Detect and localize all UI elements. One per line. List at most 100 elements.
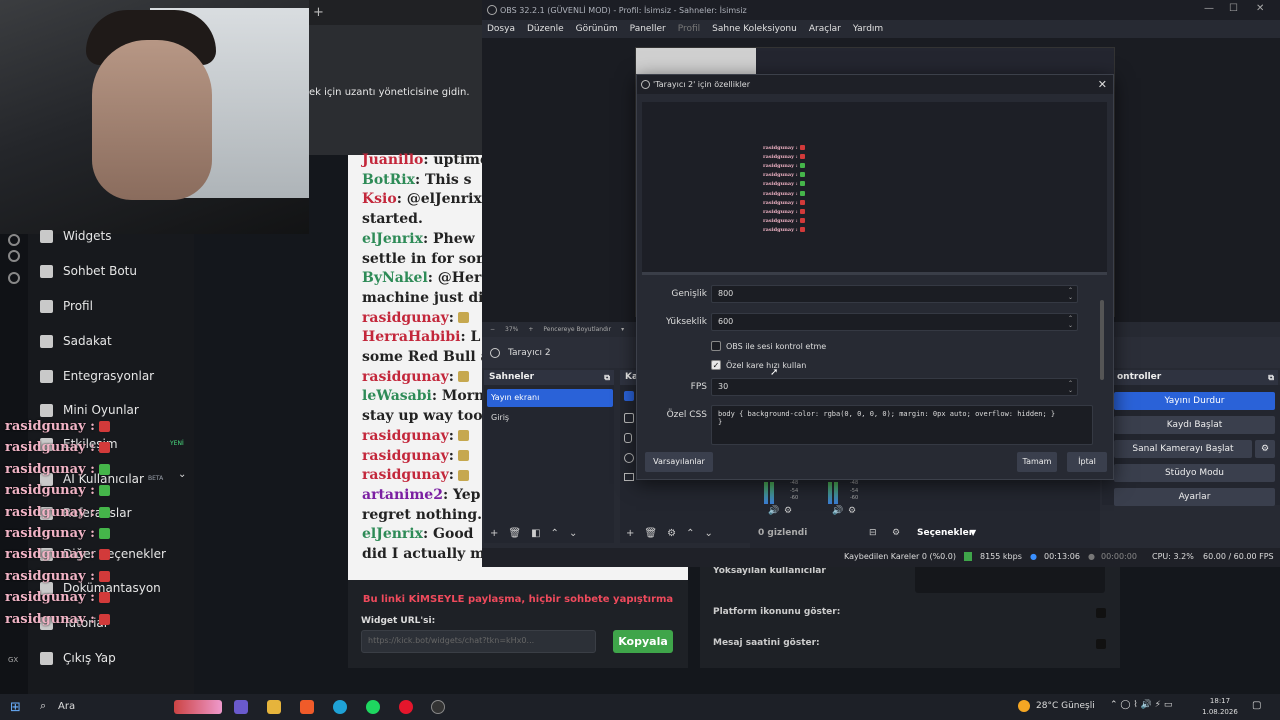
fps-spinner-icon[interactable]: ⌃ ⌄ (1068, 380, 1073, 394)
sidebar-item-sadakat[interactable]: Sadakat (40, 331, 112, 351)
menu-profile[interactable]: Profil (678, 24, 700, 34)
widget-url-panel: Bu linki KİMSEYLE paylaşma, hiçbir sohbe… (348, 580, 688, 668)
controls-undock-icon[interactable]: ⧉ (1268, 370, 1274, 385)
edge-icon[interactable] (333, 700, 347, 714)
mixer-settings-icon[interactable]: ⚙ (784, 506, 792, 516)
chat-username: rasidgunay (362, 427, 449, 444)
sidebar-item-widgets[interactable]: Widgets (40, 226, 112, 246)
dialog-close-icon[interactable]: ✕ (1098, 78, 1107, 91)
zoom-out-button[interactable]: − (490, 326, 495, 333)
mixer-advanced-icon[interactable]: ⚙ (892, 528, 900, 538)
preview-splitter[interactable] (642, 272, 1107, 275)
stop-stream-button[interactable]: Yayını Durdur (1114, 392, 1275, 410)
source-browser-icon[interactable] (624, 391, 634, 401)
source-camera-icon[interactable] (624, 413, 634, 423)
rail-settings-icon[interactable] (8, 272, 20, 284)
source-settings-icon[interactable]: ⚙ (667, 528, 676, 539)
taskbar-search[interactable]: Ara (58, 701, 75, 712)
options-dropdown[interactable]: Seçenekler (917, 528, 973, 538)
dialog-scrollbar[interactable] (1100, 300, 1104, 380)
rail-dot-icon[interactable] (8, 234, 20, 246)
virtual-camera-settings-icon[interactable]: ⚙ (1255, 440, 1275, 458)
settings-button[interactable]: Ayarlar (1114, 488, 1275, 506)
remove-source-icon[interactable]: 🗑 (644, 528, 657, 539)
spotify-icon[interactable] (366, 700, 380, 714)
volume-icon[interactable]: 🔊 (832, 506, 843, 516)
source-globe-icon[interactable] (624, 453, 634, 463)
source-up-icon[interactable]: ⌃ (686, 528, 694, 539)
platform-icon-checkbox[interactable] (1096, 608, 1106, 618)
studio-mode-button[interactable]: Stüdyo Modu (1114, 464, 1275, 482)
rail-history-icon[interactable] (8, 250, 20, 262)
audio-control-checkbox[interactable] (711, 341, 721, 351)
sidebar-item-sohbet-botu[interactable]: Sohbet Botu (40, 261, 137, 281)
copy-button[interactable]: Kopyala (613, 630, 673, 653)
options-chevron-icon[interactable]: ▼ (970, 528, 976, 537)
sidebar-item-çıkış-yap[interactable]: Çıkış Yap (40, 648, 116, 668)
zoom-dropdown-icon[interactable]: ▾ (621, 326, 624, 333)
copilot-icon[interactable] (234, 700, 248, 714)
zoom-fit-button[interactable]: Pencereye Boyutlandır (543, 326, 611, 333)
remove-scene-icon[interactable]: 🗑 (508, 528, 521, 539)
sidebar-item-mini-oyunlar[interactable]: Mini Oyunlar (40, 400, 139, 420)
scene-down-icon[interactable]: ⌄ (569, 528, 577, 539)
ai-users-chevron-icon[interactable]: ⌄ (178, 469, 186, 480)
menu-file[interactable]: Dosya (487, 24, 515, 34)
menu-help[interactable]: Yardım (853, 24, 883, 34)
start-virtual-camera-button[interactable]: Sanal Kamerayı Başlat (1114, 440, 1252, 458)
menu-view[interactable]: Görünüm (576, 24, 618, 34)
new-tab-button[interactable]: + (313, 5, 324, 20)
scene-filter-icon[interactable]: ◧ (531, 528, 540, 539)
taskbar-weather[interactable]: 28°C Güneşli (1036, 701, 1095, 711)
height-spinner-icon[interactable]: ⌃ ⌄ (1068, 315, 1073, 329)
scene-item[interactable]: Giriş (487, 409, 613, 427)
chat-username: ByNakel (362, 270, 428, 287)
custom-fps-checkbox[interactable]: ✓ (711, 360, 721, 370)
maximize-icon[interactable]: ☐ (1229, 3, 1238, 14)
opera-gx-icon[interactable] (399, 700, 413, 714)
search-icon[interactable]: ⌕ (40, 699, 46, 713)
start-icon[interactable]: ⊞ (10, 700, 21, 715)
notifications-icon[interactable]: ▢ (1252, 700, 1261, 711)
source-mic-icon[interactable] (624, 433, 632, 443)
start-recording-button[interactable]: Kaydı Başlat (1114, 416, 1275, 434)
ok-button[interactable]: Tamam (1017, 452, 1057, 472)
mixer-layout-icon[interactable]: ⊟ (869, 528, 877, 538)
scene-item[interactable]: Yayın ekranı (487, 389, 613, 407)
height-input[interactable]: 600 ⌃ ⌄ (711, 313, 1078, 331)
mixer-settings-icon[interactable]: ⚙ (848, 506, 856, 516)
menu-edit[interactable]: Düzenle (527, 24, 564, 34)
custom-fps-row[interactable]: ✓ Özel kare hızı kullan (711, 360, 806, 370)
source-display-icon[interactable] (624, 473, 634, 481)
width-input[interactable]: 800 ⌃ ⌄ (711, 285, 1078, 303)
scenes-undock-icon[interactable]: ⧉ (604, 370, 610, 385)
taskbar-clock[interactable]: 18:17 1.08.2026 (1202, 696, 1238, 718)
sidebar-item-entegrasyonlar[interactable]: Entegrasyonlar (40, 366, 154, 386)
menu-tools[interactable]: Araçlar (809, 24, 841, 34)
minimize-icon[interactable]: — (1204, 3, 1214, 14)
widgets-news-icon[interactable] (174, 700, 222, 714)
sidebar-item-profil[interactable]: Profil (40, 296, 93, 316)
scene-up-icon[interactable]: ⌃ (551, 528, 559, 539)
add-scene-icon[interactable]: + (490, 528, 498, 539)
close-icon[interactable]: ✕ (1256, 3, 1264, 14)
cancel-button[interactable]: İptal (1067, 452, 1107, 472)
audio-control-row[interactable]: OBS ile sesi kontrol etme (711, 341, 826, 351)
volume-icon[interactable]: 🔊 (768, 506, 779, 516)
widget-url-input[interactable]: https://kick.bot/widgets/chat?tkn=kHx0..… (361, 630, 596, 653)
message-time-checkbox[interactable] (1096, 639, 1106, 649)
brave-icon[interactable] (300, 700, 314, 714)
width-label: Genişlik (671, 289, 707, 299)
obs-taskbar-icon[interactable] (431, 700, 445, 714)
width-spinner-icon[interactable]: ⌃ ⌄ (1068, 287, 1073, 301)
defaults-button[interactable]: Varsayılanlar (645, 452, 713, 472)
custom-css-textarea[interactable]: body { background-color: rgba(0, 0, 0, 0… (711, 405, 1093, 445)
add-source-icon[interactable]: + (626, 528, 634, 539)
menu-scene-collection[interactable]: Sahne Koleksiyonu (712, 24, 797, 34)
source-down-icon[interactable]: ⌄ (704, 528, 712, 539)
zoom-in-button[interactable]: + (528, 326, 533, 333)
menu-docks[interactable]: Paneller (630, 24, 666, 34)
fps-input[interactable]: 30 ⌃ ⌄ (711, 378, 1078, 396)
tray-icons[interactable]: ⌃ ◯ ⌇ 🔊 ⚡ ▭ (1110, 700, 1172, 710)
file-explorer-icon[interactable] (267, 700, 281, 714)
